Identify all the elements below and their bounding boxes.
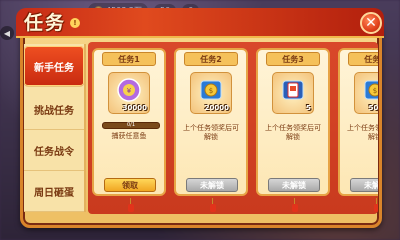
lantern-decoration (210, 198, 216, 212)
task-tag: 任务3 (266, 52, 320, 66)
task-progress-bar: 0/1 (102, 122, 160, 129)
sidebar-item-label: 周日砸蛋 (34, 187, 74, 199)
task-card-list: 任务1 ¥ 30000 0/1 捕获任意鱼 领取 任务2 $ 20000 上个任… (92, 48, 378, 212)
locked-button[interactable]: 未解锁 (350, 178, 378, 192)
locked-button[interactable]: 未解锁 (268, 178, 320, 192)
sidebar-item-newbie-tasks[interactable]: 新手任务 (24, 46, 84, 87)
task-card: 任务3 5 上个任务领奖后可解锁 未解锁 (256, 48, 330, 212)
task-progress-text: 0/1 (126, 122, 136, 128)
panel-title-group: 任务 ! (24, 6, 81, 36)
back-arrow-icon[interactable]: ◀ (0, 26, 14, 40)
task-description: 上个任务领奖后可解锁 (265, 124, 321, 141)
task-description: 上个任务领奖后可解锁 (183, 124, 239, 141)
locked-button[interactable]: 未解锁 (186, 178, 238, 192)
panel-title: 任务 (24, 11, 67, 34)
reward-slot[interactable]: 5 (272, 72, 314, 114)
task-tag: 任务2 (184, 52, 238, 66)
task-description: 上个任务领奖后可解锁 (347, 124, 378, 141)
task-card: 任务4 $ 50000 上个任务领奖后可解锁 未解锁 (338, 48, 378, 212)
task-tag: 任务4 (348, 52, 378, 66)
task-card: 任务1 ¥ 30000 0/1 捕获任意鱼 领取 (92, 48, 166, 212)
close-button[interactable]: ✕ (360, 12, 382, 34)
sidebar-item-task-battlepass[interactable]: 任务战令 (24, 130, 84, 171)
sidebar-item-sunday-egg[interactable]: 周日砸蛋 (24, 171, 84, 212)
reward-amount: 30000 (122, 104, 147, 112)
lantern-decoration (374, 198, 378, 212)
reward-slot[interactable]: ¥ 30000 (108, 72, 150, 114)
sidebar-item-label: 任务战令 (34, 146, 74, 158)
lantern-decoration (128, 198, 134, 212)
reward-slot[interactable]: $ 20000 (190, 72, 232, 114)
svg-text:$: $ (209, 87, 213, 95)
task-content-area: 任务1 ¥ 30000 0/1 捕获任意鱼 领取 任务2 $ 20000 上个任… (88, 42, 378, 214)
task-sidebar: 新手任务 挑战任务 任务战令 周日砸蛋 (24, 44, 86, 212)
claim-button[interactable]: 领取 (104, 178, 156, 192)
gold-coin-box-icon: $ (364, 80, 378, 100)
lantern-decoration (292, 198, 298, 212)
reward-amount: 20000 (204, 104, 229, 112)
task-tag: 任务1 (102, 52, 156, 66)
sidebar-item-challenge-tasks[interactable]: 挑战任务 (24, 89, 84, 130)
coupon-icon: ¥ (117, 78, 141, 102)
info-badge-icon[interactable]: ! (70, 18, 81, 28)
task-card: 任务2 $ 20000 上个任务领奖后可解锁 未解锁 (174, 48, 248, 212)
svg-text:¥: ¥ (127, 87, 132, 95)
close-icon: ✕ (365, 15, 377, 31)
task-description: 捕获任意鱼 (111, 132, 147, 140)
reward-amount: 5 (306, 104, 311, 112)
card-item-icon (282, 80, 304, 100)
sidebar-item-label: 新手任务 (34, 62, 74, 74)
sidebar-item-label: 挑战任务 (34, 105, 74, 117)
reward-amount: 50000 (368, 104, 378, 112)
gold-coin-box-icon: $ (200, 80, 222, 100)
reward-slot[interactable]: $ 50000 (354, 72, 378, 114)
svg-text:$: $ (373, 87, 377, 95)
